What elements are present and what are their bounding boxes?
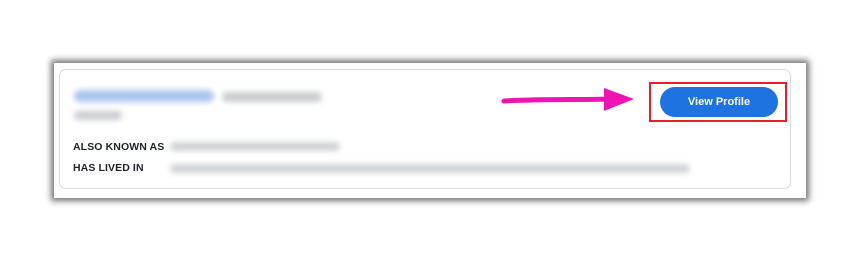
redacted-name [74,90,214,102]
has-lived-in-label: HAS LIVED IN [73,162,144,174]
redacted-subtitle [74,111,122,120]
view-profile-button[interactable]: View Profile [660,87,778,117]
redacted-locations [170,164,690,173]
redacted-age [222,92,322,102]
arrow-right-icon [501,88,634,111]
also-known-as-label: ALSO KNOWN AS [73,141,165,153]
redacted-aliases [170,142,340,151]
